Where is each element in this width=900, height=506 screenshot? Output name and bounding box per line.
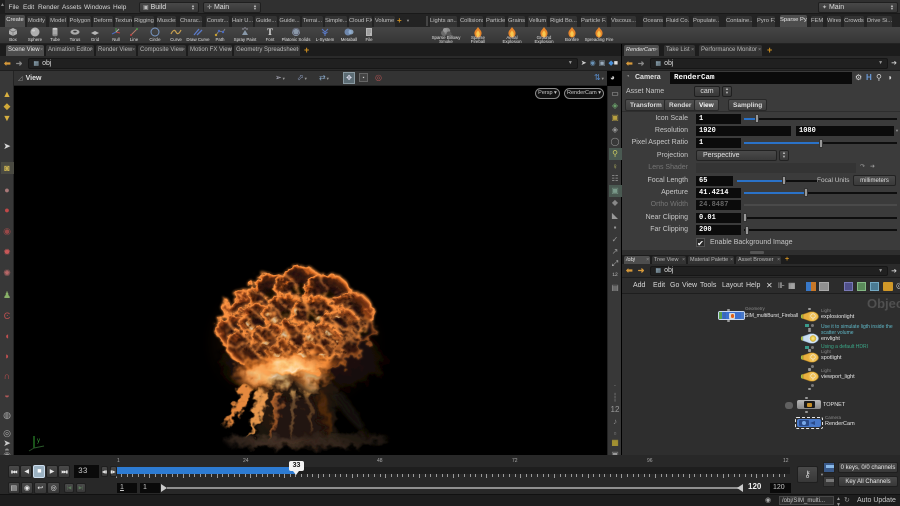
svg-text:y: y [37,438,40,444]
